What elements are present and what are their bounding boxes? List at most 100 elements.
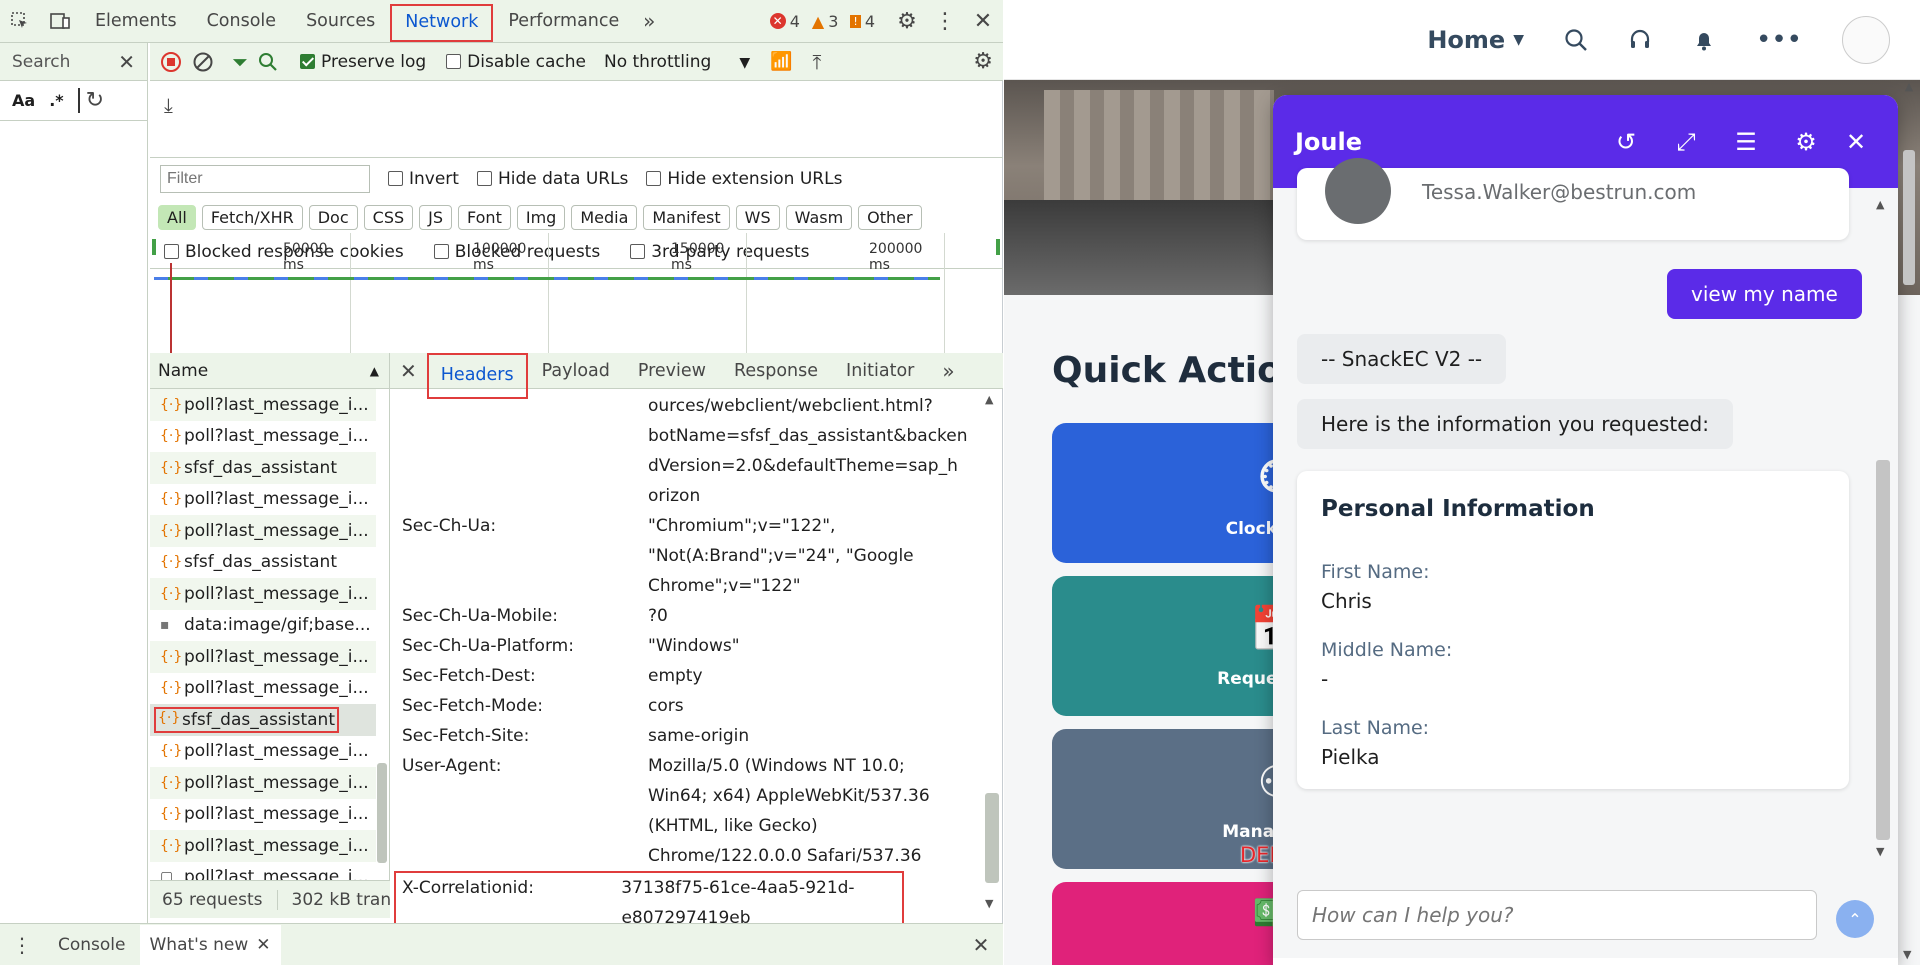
notification-bell-icon[interactable] <box>1692 28 1716 52</box>
send-button[interactable]: ⌃ <box>1836 900 1874 938</box>
preserve-log-checkbox[interactable]: Preserve log <box>300 52 426 72</box>
warning-count[interactable]: ▲ 3 <box>812 12 839 31</box>
type-all[interactable]: All <box>158 204 196 230</box>
type-ws[interactable]: WS <box>735 204 780 230</box>
more-options-icon[interactable]: ••• <box>1756 25 1802 55</box>
scroll-down-icon[interactable]: ▼ <box>1876 845 1884 858</box>
error-count[interactable]: ✕ 4 <box>769 12 800 31</box>
throttling-select[interactable]: No throttling ▼ <box>604 52 750 72</box>
scroll-thumb[interactable] <box>377 763 387 863</box>
tab-response[interactable]: Response <box>720 353 832 389</box>
drawer-tab-console[interactable]: Console <box>44 935 140 955</box>
request-row[interactable]: {·} poll?last_message_i... <box>150 484 376 516</box>
tab-sources[interactable]: Sources <box>291 0 390 43</box>
user-avatar[interactable] <box>1842 15 1890 64</box>
tab-initiator[interactable]: Initiator <box>832 353 928 389</box>
request-row[interactable]: {·} sfsf_das_assistant <box>150 547 376 579</box>
type-css[interactable]: CSS <box>363 204 414 230</box>
tab-performance[interactable]: Performance <box>493 0 634 43</box>
disable-cache-checkbox[interactable]: Disable cache <box>446 52 586 72</box>
request-row[interactable]: {·} poll?last_message_i... <box>150 389 376 421</box>
page-scrollbar[interactable]: ▲ ▼ <box>1900 80 1918 965</box>
refresh-icon[interactable]: ↻ <box>77 88 104 113</box>
search-label[interactable]: Search <box>12 52 70 72</box>
type-doc[interactable]: Doc <box>308 204 358 230</box>
scroll-thumb[interactable] <box>1903 150 1915 285</box>
detail-scrollbar[interactable]: ▲ ▼ <box>985 393 999 918</box>
inspect-element-icon[interactable] <box>0 1 40 41</box>
settings-gear-icon[interactable]: ⚙ <box>1776 128 1836 156</box>
history-icon[interactable]: ↺ <box>1596 128 1656 156</box>
tab-elements[interactable]: Elements <box>80 0 192 43</box>
request-row-selected[interactable]: {·} sfsf_das_assistant <box>150 704 376 736</box>
scroll-down-icon[interactable]: ▼ <box>1903 948 1911 961</box>
request-row[interactable]: ▢ poll?last_message_i... <box>150 862 376 881</box>
close-icon[interactable]: ✕ <box>1836 128 1876 156</box>
search-icon[interactable] <box>258 52 278 72</box>
type-wasm[interactable]: Wasm <box>785 204 853 230</box>
export-har-icon[interactable]: ⤓ <box>164 93 173 117</box>
name-column-header[interactable]: Name ▲ <box>150 353 389 389</box>
clear-icon[interactable] <box>192 51 214 73</box>
type-manifest[interactable]: Manifest <box>643 204 730 230</box>
request-row[interactable]: {·} poll?last_message_i... <box>150 673 376 705</box>
request-row[interactable]: {·} poll?last_message_i... <box>150 578 376 610</box>
request-row[interactable]: {·} poll?last_message_i... <box>150 767 376 799</box>
hide-data-urls-checkbox[interactable]: Hide data URLs <box>476 169 628 189</box>
request-row[interactable]: {·} poll?last_message_i... <box>150 421 376 453</box>
tab-console[interactable]: Console <box>192 0 291 43</box>
request-row[interactable]: {·} poll?last_message_i... <box>150 799 376 831</box>
request-list-scrollbar[interactable] <box>377 393 387 873</box>
timeline-overview[interactable]: 50000 ms 100000 ms 150000 ms 200000 ms <box>150 233 1003 355</box>
request-row[interactable]: {·} poll?last_message_i... <box>150 736 376 768</box>
network-conditions-icon[interactable]: 📶 <box>770 51 792 72</box>
scroll-up-icon[interactable]: ▲ <box>1876 198 1890 211</box>
chat-message-input[interactable] <box>1297 890 1817 940</box>
type-fetch-xhr[interactable]: Fetch/XHR <box>201 204 303 230</box>
invert-checkbox[interactable]: Invert <box>388 169 459 189</box>
close-detail-icon[interactable]: ✕ <box>390 353 427 389</box>
scroll-thumb[interactable] <box>985 793 999 883</box>
search-icon[interactable] <box>1564 28 1588 52</box>
tab-preview[interactable]: Preview <box>624 353 720 389</box>
request-row[interactable]: {·} poll?last_message_i... <box>150 641 376 673</box>
type-img[interactable]: Img <box>516 204 566 230</box>
type-other[interactable]: Other <box>858 204 922 230</box>
more-options-icon[interactable]: ⋮ <box>927 1 963 41</box>
match-case-toggle[interactable]: Aa <box>12 91 35 110</box>
expand-icon[interactable]: ⤢ <box>1656 128 1716 156</box>
request-row[interactable]: {·} poll?last_message_i... <box>150 830 376 862</box>
drawer-tab-whatsnew[interactable]: What's new ✕ <box>139 924 281 965</box>
scroll-down-icon[interactable]: ▼ <box>985 897 993 910</box>
close-devtools-icon[interactable]: ✕ <box>963 1 1003 41</box>
request-row[interactable]: ▪ data:image/gif;base... <box>150 610 376 642</box>
timeline-handle-right[interactable] <box>996 239 1000 255</box>
home-menu-button[interactable]: Home ▼ <box>1427 26 1524 54</box>
headset-icon[interactable] <box>1628 28 1652 52</box>
type-font[interactable]: Font <box>458 204 511 230</box>
request-row[interactable]: {·} sfsf_das_assistant <box>150 452 376 484</box>
more-tabs-icon[interactable]: » <box>634 1 664 41</box>
scroll-up-icon[interactable]: ▲ <box>985 393 999 406</box>
filter-input[interactable] <box>160 164 370 193</box>
joule-scrollbar[interactable]: ▲ ▼ <box>1876 198 1890 858</box>
dock-panel-icon[interactable]: ☰ <box>1716 128 1776 156</box>
scroll-up-icon[interactable]: ▲ <box>1900 80 1918 93</box>
scroll-thumb[interactable] <box>1876 460 1890 840</box>
request-row[interactable]: {·} poll?last_message_i... <box>150 515 376 547</box>
hide-extension-urls-checkbox[interactable]: Hide extension URLs <box>646 169 842 189</box>
tab-payload[interactable]: Payload <box>528 353 624 389</box>
more-detail-tabs-icon[interactable]: » <box>928 353 968 389</box>
timeline-handle-left[interactable] <box>152 239 156 255</box>
close-search-icon[interactable]: ✕ <box>118 50 135 74</box>
contact-email[interactable]: Tessa.Walker@bestrun.com <box>1422 180 1696 204</box>
device-toolbar-icon[interactable] <box>40 1 80 41</box>
type-media[interactable]: Media <box>571 204 638 230</box>
type-js[interactable]: JS <box>419 204 452 230</box>
drawer-menu-icon[interactable]: ⋮ <box>0 933 44 957</box>
close-tab-icon[interactable]: ✕ <box>256 935 270 955</box>
close-drawer-icon[interactable]: ✕ <box>959 933 1003 957</box>
filter-icon[interactable]: ⏷ <box>232 50 248 74</box>
issue-count[interactable]: ! 4 <box>850 12 875 31</box>
record-stop-icon[interactable] <box>160 51 182 73</box>
